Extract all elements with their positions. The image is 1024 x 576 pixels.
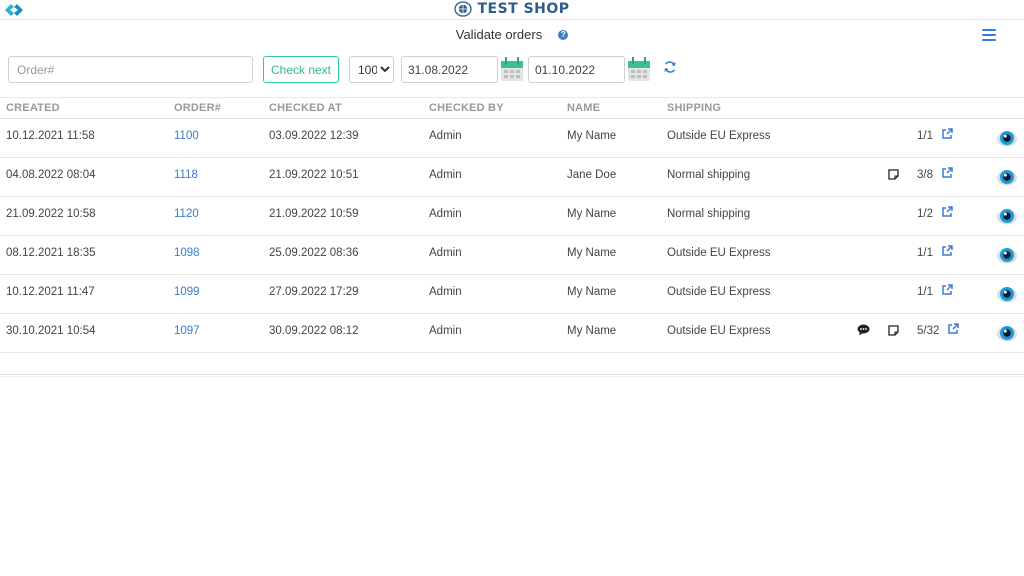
cell-shipping: Outside EU Express (667, 130, 771, 142)
table-row[interactable]: 10.12.2021 11:58 1100 03.09.2022 12:39 Admi… (0, 119, 1024, 158)
cell-checked-at: 21.09.2022 10:51 (269, 169, 359, 181)
cell-item-count: 5/32 (917, 325, 940, 337)
cell-checked-by: Admin (429, 247, 462, 259)
cell-name: My Name (567, 208, 617, 220)
external-link-icon[interactable] (941, 206, 953, 218)
cell-order-link[interactable]: 1098 (174, 247, 200, 259)
cell-order-link[interactable]: 1099 (174, 286, 200, 298)
check-next-button[interactable]: Check next (263, 56, 339, 83)
cell-item-count: 1/2 (917, 208, 933, 220)
cell-checked-at: 27.09.2022 17:29 (269, 286, 359, 298)
table-header: CREATED ORDER# CHECKED AT CHECKED BY NAM… (0, 98, 1024, 119)
cell-created: 10.12.2021 11:58 (6, 130, 95, 142)
view-order-eye-icon[interactable] (996, 244, 1018, 266)
column-header-created[interactable]: CREATED (6, 102, 60, 114)
page-size-select[interactable]: 100 (349, 56, 394, 83)
column-header-order[interactable]: ORDER# (174, 102, 221, 114)
table-body: 10.12.2021 11:58 1100 03.09.2022 12:39 Admi… (0, 119, 1024, 353)
cell-checked-by: Admin (429, 286, 462, 298)
cell-checked-at: 03.09.2022 12:39 (269, 130, 359, 142)
table-footer-divider (0, 374, 1024, 377)
table-row[interactable]: 10.12.2021 11:47 1099 27.09.2022 17:29 Admi… (0, 275, 1024, 314)
cell-shipping: Outside EU Express (667, 286, 771, 298)
view-order-eye-icon[interactable] (996, 127, 1018, 149)
globe-icon (454, 1, 473, 17)
date-from-input[interactable] (401, 56, 498, 83)
table-row[interactable]: 04.08.2022 08:04 1118 21.09.2022 10:51 Admi… (0, 158, 1024, 197)
date-to-input[interactable] (528, 56, 625, 83)
cell-item-count: 1/1 (917, 286, 933, 298)
top-bar: TEST SHOP (0, 0, 1024, 20)
filter-bar: Check next 100 (0, 55, 1024, 85)
table-row[interactable]: 08.12.2021 18:35 1098 25.09.2022 08:36 Admi… (0, 236, 1024, 275)
brand-name: TEST SHOP (477, 1, 570, 17)
cell-checked-at: 30.09.2022 08:12 (269, 325, 359, 337)
cell-checked-at: 21.09.2022 10:59 (269, 208, 359, 220)
refresh-icon[interactable] (663, 60, 677, 74)
orders-table: CREATED ORDER# CHECKED AT CHECKED BY NAM… (0, 97, 1024, 353)
cell-shipping: Outside EU Express (667, 247, 771, 259)
cell-name: My Name (567, 286, 617, 298)
cell-order-link[interactable]: 1118 (174, 169, 198, 181)
cell-shipping: Normal shipping (667, 208, 751, 220)
cell-item-count: 1/1 (917, 247, 933, 259)
view-order-eye-icon[interactable] (996, 166, 1018, 188)
cell-name: My Name (567, 247, 617, 259)
external-link-icon[interactable] (941, 128, 953, 140)
chat-icon[interactable] (857, 324, 870, 336)
column-header-checked-by[interactable]: CHECKED BY (429, 102, 504, 114)
view-order-eye-icon[interactable] (996, 322, 1018, 344)
cell-checked-by: Admin (429, 130, 462, 142)
view-order-eye-icon[interactable] (996, 205, 1018, 227)
cell-created: 10.12.2021 11:47 (6, 286, 95, 298)
page-title: Validate orders (455, 27, 543, 42)
cell-order-link[interactable]: 1100 (174, 130, 199, 142)
note-icon[interactable] (888, 169, 899, 180)
external-link-icon[interactable] (941, 284, 953, 296)
column-header-checked-at[interactable]: CHECKED AT (269, 102, 342, 114)
external-link-icon[interactable] (941, 245, 953, 257)
cell-created: 04.08.2022 08:04 (6, 169, 96, 181)
table-row[interactable]: 30.10.2021 10:54 1097 30.09.2022 08:12 Admi… (0, 314, 1024, 353)
table-row[interactable]: 21.09.2022 10:58 1120 21.09.2022 10:59 Admi… (0, 197, 1024, 236)
cell-name: My Name (567, 325, 617, 337)
cell-item-count: 3/8 (917, 169, 933, 181)
note-icon[interactable] (888, 325, 899, 336)
calendar-icon[interactable] (500, 56, 524, 82)
menu-icon[interactable] (982, 29, 996, 41)
cell-shipping: Normal shipping (667, 169, 751, 181)
cell-created: 21.09.2022 10:58 (6, 208, 96, 220)
cell-name: My Name (567, 130, 617, 142)
cell-order-link[interactable]: 1120 (174, 208, 199, 220)
column-header-name[interactable]: NAME (567, 102, 600, 114)
external-link-icon[interactable] (947, 323, 959, 335)
cell-created: 08.12.2021 18:35 (6, 247, 96, 259)
view-order-eye-icon[interactable] (996, 283, 1018, 305)
cell-checked-by: Admin (429, 169, 462, 181)
help-icon[interactable]: ? (558, 29, 569, 40)
cell-checked-at: 25.09.2022 08:36 (269, 247, 359, 259)
cell-created: 30.10.2021 10:54 (6, 325, 96, 337)
order-search-input[interactable] (8, 56, 253, 83)
cell-name: Jane Doe (567, 169, 617, 181)
cell-item-count: 1/1 (917, 130, 933, 142)
calendar-icon[interactable] (627, 56, 651, 82)
title-bar: Validate orders ? (0, 20, 1024, 48)
cell-order-link[interactable]: 1097 (174, 325, 200, 337)
brand: TEST SHOP (0, 1, 1024, 19)
external-link-icon[interactable] (941, 167, 953, 179)
cell-checked-by: Admin (429, 325, 462, 337)
cell-shipping: Outside EU Express (667, 325, 771, 337)
cell-checked-by: Admin (429, 208, 462, 220)
page-title-wrap: Validate orders ? (0, 27, 1024, 42)
column-header-shipping[interactable]: SHIPPING (667, 102, 721, 114)
